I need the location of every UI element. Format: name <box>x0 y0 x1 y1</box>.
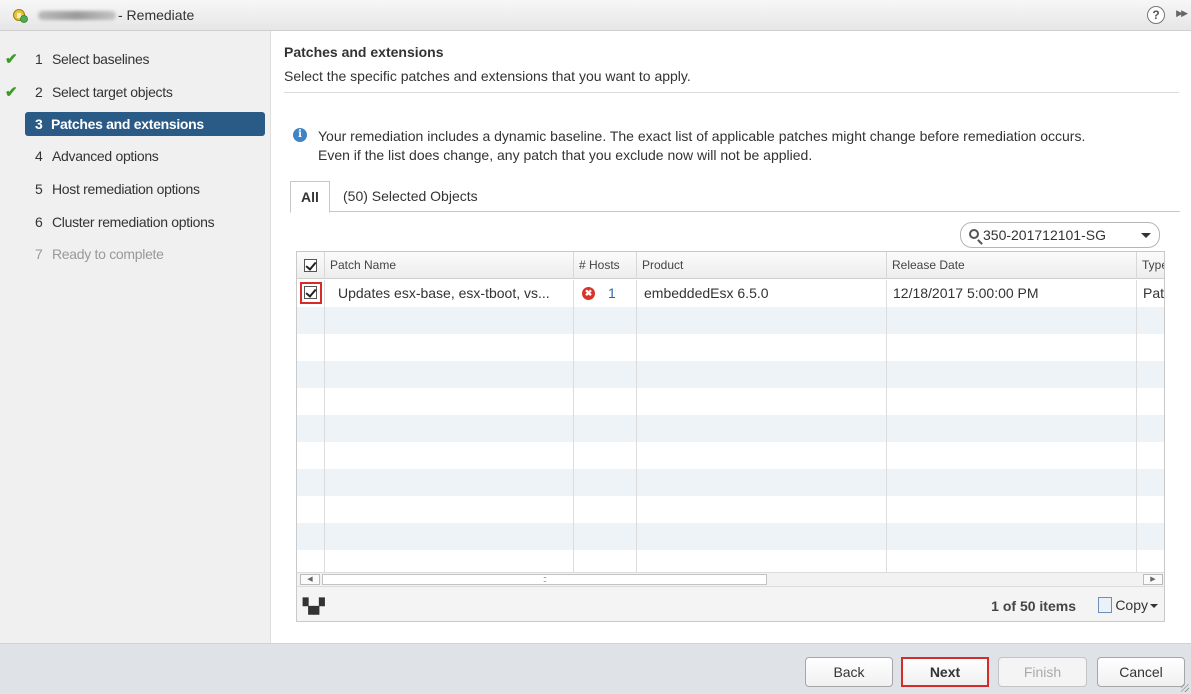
column-header-type[interactable]: Type <box>1136 252 1164 279</box>
step-patches-and-extensions[interactable]: 3 Patches and extensions <box>25 112 265 137</box>
update-manager-icon <box>13 9 28 23</box>
empty-row <box>297 388 1164 415</box>
checkmark-icon: ✔ <box>5 83 18 101</box>
empty-row <box>297 442 1164 469</box>
step-label: Ready to complete <box>52 246 164 263</box>
step-host-remediation-options[interactable]: 5 Host remediation options <box>0 173 270 206</box>
empty-row <box>297 415 1164 442</box>
empty-row <box>297 523 1164 550</box>
resize-grip-icon[interactable] <box>1181 684 1189 692</box>
search-icon <box>969 229 979 239</box>
step-ready-to-complete: 7 Ready to complete <box>0 238 270 271</box>
step-number: 1 <box>35 51 43 68</box>
tab-all[interactable]: All <box>290 181 330 213</box>
step-label: Patches and extensions <box>51 116 204 133</box>
step-number: 7 <box>35 246 43 263</box>
cell-release-date: 12/18/2017 5:00:00 PM <box>893 285 1039 301</box>
help-icon[interactable]: ? <box>1147 6 1165 24</box>
info-line-2: Even if the list does change, any patch … <box>318 147 813 163</box>
patches-grid: Patch Name # Hosts Product Release Date … <box>296 251 1165 622</box>
title-bar: - Remediate ? ▶▶ <box>0 0 1191 31</box>
wizard-button-bar: Back Next Finish Cancel <box>0 643 1191 694</box>
step-advanced-options[interactable]: 4 Advanced options <box>0 140 270 173</box>
row-checkbox[interactable] <box>304 286 317 299</box>
horizontal-scrollbar[interactable]: ◀ :: ▶ <box>297 572 1164 586</box>
chevron-down-icon[interactable] <box>1141 233 1151 238</box>
checkmark-icon: ✔ <box>5 51 18 68</box>
step-label: Select baselines <box>52 51 150 68</box>
step-cluster-remediation-options[interactable]: 6 Cluster remediation options <box>0 205 270 238</box>
step-number: 4 <box>35 148 43 165</box>
grid-footer: ▚▞ 1 of 50 items Copy <box>297 586 1164 621</box>
column-divider <box>1136 280 1137 572</box>
wizard-steps-nav: ✔ 1 Select baselines ✔ 2 Select target o… <box>0 31 271 643</box>
column-header-release-date[interactable]: Release Date <box>886 252 1136 279</box>
copy-label: Copy <box>1115 597 1148 613</box>
cell-patch-name: Updates esx-base, esx-tboot, vs... <box>338 285 550 301</box>
column-divider <box>886 280 887 572</box>
back-button[interactable]: Back <box>805 657 893 687</box>
scroll-right-icon[interactable]: ▶ <box>1143 574 1163 585</box>
clipboard-icon <box>1098 597 1113 613</box>
column-header-product[interactable]: Product <box>636 252 886 279</box>
empty-row <box>297 334 1164 361</box>
tab-strip: All (50) Selected Objects <box>290 181 1180 213</box>
divider <box>284 92 1179 93</box>
redacted-host-name <box>38 10 116 20</box>
cancel-button[interactable]: Cancel <box>1097 657 1185 687</box>
empty-row <box>297 307 1164 334</box>
main-panel: Patches and extensions Select the specif… <box>272 31 1191 643</box>
page-subtitle: Select the specific patches and extensio… <box>284 68 691 84</box>
step-label: Cluster remediation options <box>52 213 215 230</box>
info-line-1: Your remediation includes a dynamic base… <box>318 128 1086 144</box>
copy-button[interactable]: Copy <box>1098 597 1158 613</box>
column-header-hosts[interactable]: # Hosts <box>573 252 636 279</box>
scroll-thumb[interactable]: :: <box>322 574 767 585</box>
info-icon: i <box>293 128 307 142</box>
cell-hosts-link[interactable]: 1 <box>608 280 628 307</box>
select-all-checkbox[interactable] <box>304 259 317 272</box>
filter-input[interactable] <box>983 226 1133 244</box>
info-message: Your remediation includes a dynamic base… <box>318 127 1188 165</box>
column-header-patch-name[interactable]: Patch Name <box>324 252 573 279</box>
step-select-target-objects[interactable]: ✔ 2 Select target objects <box>0 76 270 109</box>
binoculars-icon[interactable]: ▚▞ <box>303 598 325 615</box>
step-number: 5 <box>35 181 43 198</box>
select-all-column <box>297 252 324 279</box>
column-divider <box>324 280 325 572</box>
scroll-left-icon[interactable]: ◀ <box>300 574 320 585</box>
page-title: Patches and extensions <box>284 44 444 60</box>
grid-body: Updates esx-base, esx-tboot, vs... ✖ 1 e… <box>297 280 1165 572</box>
window-title: - Remediate <box>118 7 195 23</box>
tab-selected-objects[interactable]: (50) Selected Objects <box>333 181 488 212</box>
next-button[interactable]: Next <box>901 657 989 687</box>
filter-box[interactable] <box>960 222 1160 248</box>
item-count: 1 of 50 items <box>991 598 1076 614</box>
empty-row <box>297 361 1164 388</box>
column-divider <box>573 280 574 572</box>
error-icon: ✖ <box>582 287 595 300</box>
step-label: Select target objects <box>52 83 173 100</box>
expand-icon[interactable]: ▶▶ <box>1176 8 1188 19</box>
finish-button: Finish <box>998 657 1087 687</box>
empty-row <box>297 496 1164 523</box>
chevron-down-icon <box>1150 604 1158 608</box>
table-row[interactable]: Updates esx-base, esx-tboot, vs... ✖ 1 e… <box>297 280 1165 307</box>
row-checkbox-highlight <box>300 282 322 304</box>
cell-product: embeddedEsx 6.5.0 <box>644 285 769 301</box>
step-number: 2 <box>35 83 43 100</box>
cell-type: Patch <box>1143 285 1165 301</box>
empty-row <box>297 469 1164 496</box>
step-number: 3 <box>35 116 43 133</box>
column-divider <box>636 280 637 572</box>
step-number: 6 <box>35 213 43 230</box>
grid-header: Patch Name # Hosts Product Release Date … <box>297 252 1164 279</box>
step-label: Advanced options <box>52 148 159 165</box>
step-label: Host remediation options <box>52 181 200 198</box>
step-select-baselines[interactable]: ✔ 1 Select baselines <box>0 43 270 76</box>
